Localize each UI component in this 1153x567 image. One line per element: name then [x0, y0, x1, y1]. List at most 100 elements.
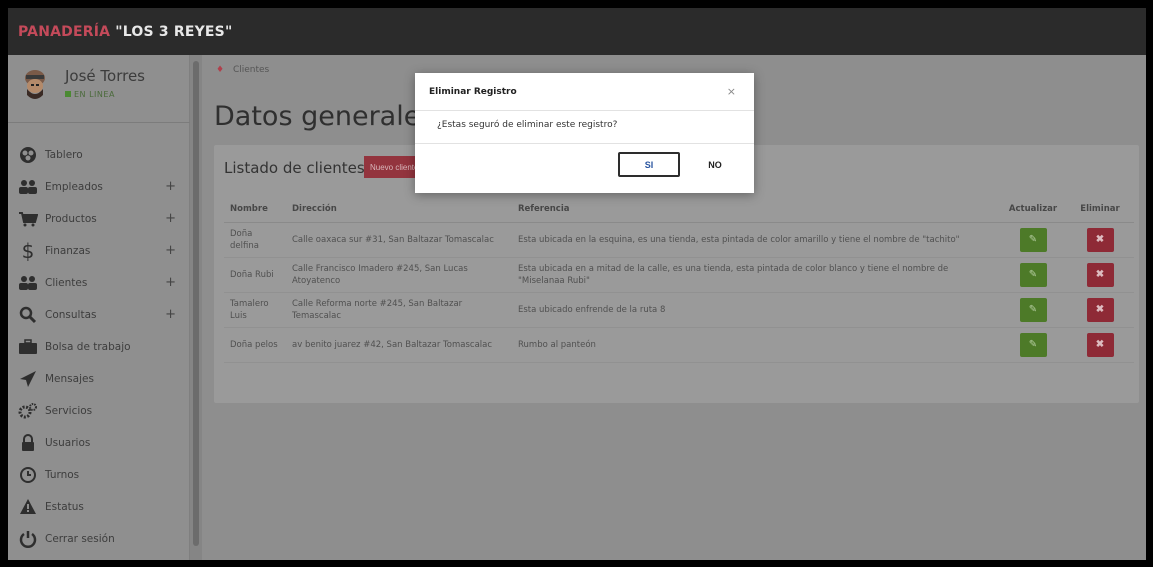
sidebar-menu: Tablero Empleados + Productos + $ Finanz…: [8, 139, 190, 555]
column-header: Actualizar: [1000, 197, 1066, 223]
scrollbar-thumb[interactable]: [193, 61, 199, 546]
column-header: Referencia: [512, 197, 1000, 223]
cell-eliminar: ✖: [1066, 222, 1134, 258]
close-icon: ✖: [1095, 234, 1105, 245]
expand-icon[interactable]: +: [165, 275, 176, 290]
briefcase-icon: [18, 337, 38, 357]
sidebar-item-mensajes[interactable]: Mensajes: [8, 363, 190, 395]
sidebar-item-label: Tablero: [45, 149, 83, 161]
gears-icon: [18, 401, 38, 421]
sidebar-item-estatus[interactable]: Estatus: [8, 491, 190, 523]
cell-nombre: Doña Rubi: [224, 257, 286, 293]
breadcrumb: ♦ Clientes: [216, 65, 269, 75]
delete-button[interactable]: ✖: [1086, 227, 1114, 252]
delete-button[interactable]: ✖: [1086, 332, 1114, 357]
sidebar-item-label: Empleados: [45, 181, 103, 193]
power-icon: [18, 529, 38, 549]
cancel-button[interactable]: NO: [695, 152, 735, 177]
sidebar-item-cerrar-sesion[interactable]: Cerrar sesión: [8, 523, 190, 555]
edit-button[interactable]: ✎: [1019, 332, 1047, 357]
expand-icon[interactable]: +: [165, 243, 176, 258]
online-dot-icon: [65, 91, 71, 97]
delete-button[interactable]: ✖: [1086, 297, 1114, 322]
sidebar-item-label: Clientes: [45, 277, 88, 289]
pencil-icon: ✎: [1028, 269, 1038, 280]
sidebar: José Torres EN LINEA Tablero Empleados +…: [8, 55, 190, 560]
edit-button[interactable]: ✎: [1019, 262, 1047, 287]
user-panel: José Torres EN LINEA: [8, 55, 190, 123]
send-icon: [18, 369, 38, 389]
table-row: Tamalero Luis Calle Reforma norte #245, …: [224, 292, 1134, 328]
cell-direccion: Calle oaxaca sur #31, San Baltazar Tomas…: [286, 222, 512, 258]
sidebar-item-empleados[interactable]: Empleados +: [8, 171, 190, 203]
close-icon[interactable]: ×: [727, 85, 736, 98]
pencil-icon: ✎: [1028, 304, 1038, 315]
sidebar-item-label: Finanzas: [45, 245, 91, 257]
dollar-icon: $: [21, 239, 35, 263]
sidebar-item-turnos[interactable]: Turnos: [8, 459, 190, 491]
delete-confirm-modal: Eliminar Registro × ¿Estas seguró de eli…: [415, 73, 754, 193]
modal-header: Eliminar Registro ×: [415, 73, 754, 111]
cell-actualizar: ✎: [1000, 327, 1066, 363]
sidebar-item-label: Cerrar sesión: [45, 533, 115, 545]
user-status: EN LINEA: [65, 90, 115, 99]
table-header-row: Nombre Dirección Referencia Actualizar E…: [224, 197, 1134, 223]
card-title: Listado de clientes: [224, 159, 365, 177]
cell-direccion: Calle Reforma norte #245, San Baltazar T…: [286, 292, 512, 328]
cell-direccion: Calle Francisco Imadero #245, San Lucas …: [286, 257, 512, 293]
table-row: Doña Rubi Calle Francisco Imadero #245, …: [224, 257, 1134, 293]
modal-message: ¿Estas seguró de eliminar este registro?: [437, 120, 618, 130]
sidebar-scrollbar[interactable]: [190, 55, 202, 560]
cell-nombre: Tamalero Luis: [224, 292, 286, 328]
column-header: Nombre: [224, 197, 286, 223]
expand-icon[interactable]: +: [165, 179, 176, 194]
sidebar-item-label: Usuarios: [45, 437, 91, 449]
column-header: Eliminar: [1066, 197, 1134, 223]
user-lock-icon: [18, 433, 38, 453]
home-icon[interactable]: ♦: [216, 65, 224, 75]
sidebar-item-clientes[interactable]: Clientes +: [8, 267, 190, 299]
cart-icon: [18, 209, 38, 229]
cell-nombre: Doña pelos: [224, 327, 286, 363]
users-icon: [18, 273, 38, 293]
sidebar-item-label: Productos: [45, 213, 97, 225]
cell-actualizar: ✎: [1000, 222, 1066, 258]
sidebar-item-bolsa-de-trabajo[interactable]: Bolsa de trabajo: [8, 331, 190, 363]
app-frame: PANADERÍA "LOS 3 REYES" José Torres EN L…: [8, 8, 1146, 560]
sidebar-item-label: Estatus: [45, 501, 84, 513]
sidebar-item-productos[interactable]: Productos +: [8, 203, 190, 235]
sidebar-item-finanzas[interactable]: $ Finanzas +: [8, 235, 190, 267]
table-row: Doña pelos av benito juarez #42, San Bal…: [224, 327, 1134, 363]
sidebar-item-usuarios[interactable]: Usuarios: [8, 427, 190, 459]
cell-referencia: Esta ubicado enfrende de la ruta 8: [512, 292, 1000, 328]
edit-button[interactable]: ✎: [1019, 227, 1047, 252]
search-icon: [18, 305, 38, 325]
expand-icon[interactable]: +: [165, 211, 176, 226]
delete-button[interactable]: ✖: [1086, 262, 1114, 287]
column-header: Dirección: [286, 197, 512, 223]
cell-actualizar: ✎: [1000, 292, 1066, 328]
expand-icon[interactable]: +: [165, 307, 176, 322]
close-icon: ✖: [1095, 269, 1105, 280]
close-icon: ✖: [1095, 339, 1105, 350]
brand-subtitle: "LOS 3 REYES": [115, 24, 233, 40]
user-name: José Torres: [65, 67, 145, 85]
cell-direccion: av benito juarez #42, San Baltazar Tomas…: [286, 327, 512, 363]
clients-table: Nombre Dirección Referencia Actualizar E…: [224, 197, 1134, 363]
sidebar-item-servicios[interactable]: Servicios: [8, 395, 190, 427]
sidebar-item-tablero[interactable]: Tablero: [8, 139, 190, 171]
cell-actualizar: ✎: [1000, 257, 1066, 293]
breadcrumb-current: Clientes: [232, 65, 270, 75]
cell-eliminar: ✖: [1066, 327, 1134, 363]
avatar: [25, 70, 45, 99]
sidebar-item-label: Consultas: [45, 309, 97, 321]
cell-eliminar: ✖: [1066, 257, 1134, 293]
sidebar-item-consultas[interactable]: Consultas +: [8, 299, 190, 331]
confirm-button[interactable]: SI: [618, 152, 680, 177]
sidebar-item-label: Servicios: [45, 405, 93, 417]
brand-logo[interactable]: PANADERÍA "LOS 3 REYES": [18, 24, 232, 40]
edit-button[interactable]: ✎: [1019, 297, 1047, 322]
warning-icon: [18, 497, 38, 517]
pencil-icon: ✎: [1028, 234, 1038, 245]
close-icon: ✖: [1095, 304, 1105, 315]
